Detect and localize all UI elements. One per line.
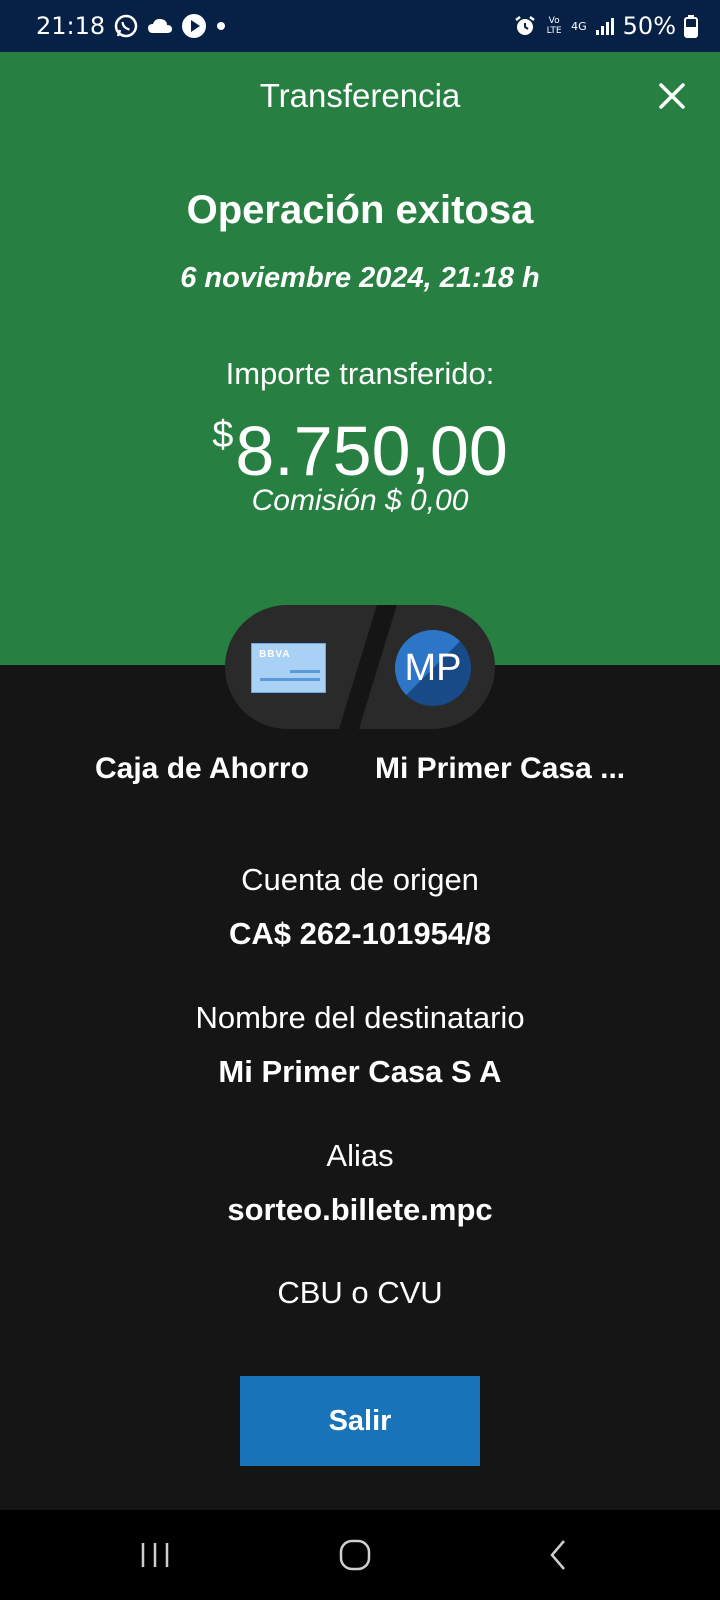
status-right: Vo LTE 4G 50% — [513, 12, 698, 40]
battery-percent: 50% — [622, 12, 676, 40]
close-icon — [659, 83, 685, 109]
exit-button[interactable]: Salir — [240, 1376, 480, 1466]
transfer-amount: $8.750,00 — [0, 395, 720, 491]
system-nav-bar — [0, 1510, 720, 1600]
card-brand: BBVA — [259, 649, 291, 660]
card-stripe — [260, 678, 320, 681]
bank-card-icon: BBVA — [251, 643, 326, 693]
recipient-short-name: Mi Primer Casa ... — [375, 752, 626, 785]
home-button[interactable] — [305, 1510, 405, 1600]
status-time: 21:18 — [36, 12, 106, 40]
commission-fee: Comisión $ 0,00 — [251, 484, 469, 517]
close-button[interactable] — [655, 79, 689, 113]
recipient-label: Nombre del destinatario — [195, 1000, 525, 1035]
recipient-avatar: MP — [395, 630, 471, 706]
recents-button[interactable] — [105, 1510, 205, 1600]
play-icon — [181, 13, 207, 39]
cbu-label: CBU o CVU — [277, 1275, 443, 1310]
alarm-icon — [513, 14, 537, 38]
alias-label: Alias — [326, 1138, 394, 1173]
home-icon — [339, 1539, 371, 1571]
recipient-value: Mi Primer Casa S A — [218, 1054, 502, 1089]
alias-value: sorteo.billete.mpc — [227, 1192, 493, 1227]
battery-icon — [684, 14, 698, 38]
signal-icon — [595, 16, 615, 36]
status-bar: 21:18 Vo LTE 4G 50% — [0, 0, 720, 52]
cloud-icon — [147, 16, 173, 36]
origin-value: CA$ 262-101954/8 — [229, 916, 491, 951]
success-message: Operación exitosa — [186, 188, 534, 232]
origin-label: Cuenta de origen — [241, 862, 479, 897]
back-icon — [550, 1540, 565, 1570]
currency-symbol: $ — [212, 414, 234, 456]
card-stripe — [290, 670, 320, 673]
pill-divider — [334, 605, 400, 729]
4g-icon: 4G — [571, 19, 587, 33]
amount-label: Importe transferido: — [225, 356, 495, 391]
dot-icon — [215, 20, 227, 32]
origin-account-name: Caja de Ahorro — [95, 752, 309, 785]
recents-icon — [141, 1543, 169, 1567]
amount-value: 8.750,00 — [235, 412, 508, 490]
volte-icon: Vo LTE — [546, 16, 562, 36]
operation-datetime: 6 noviembre 2024, 21:18 h — [180, 262, 540, 294]
page-title: Transferencia — [259, 77, 461, 114]
whatsapp-icon — [113, 13, 139, 39]
transfer-pill: BBVA MP — [225, 605, 495, 729]
status-left: 21:18 — [36, 12, 227, 40]
back-button[interactable] — [508, 1510, 608, 1600]
